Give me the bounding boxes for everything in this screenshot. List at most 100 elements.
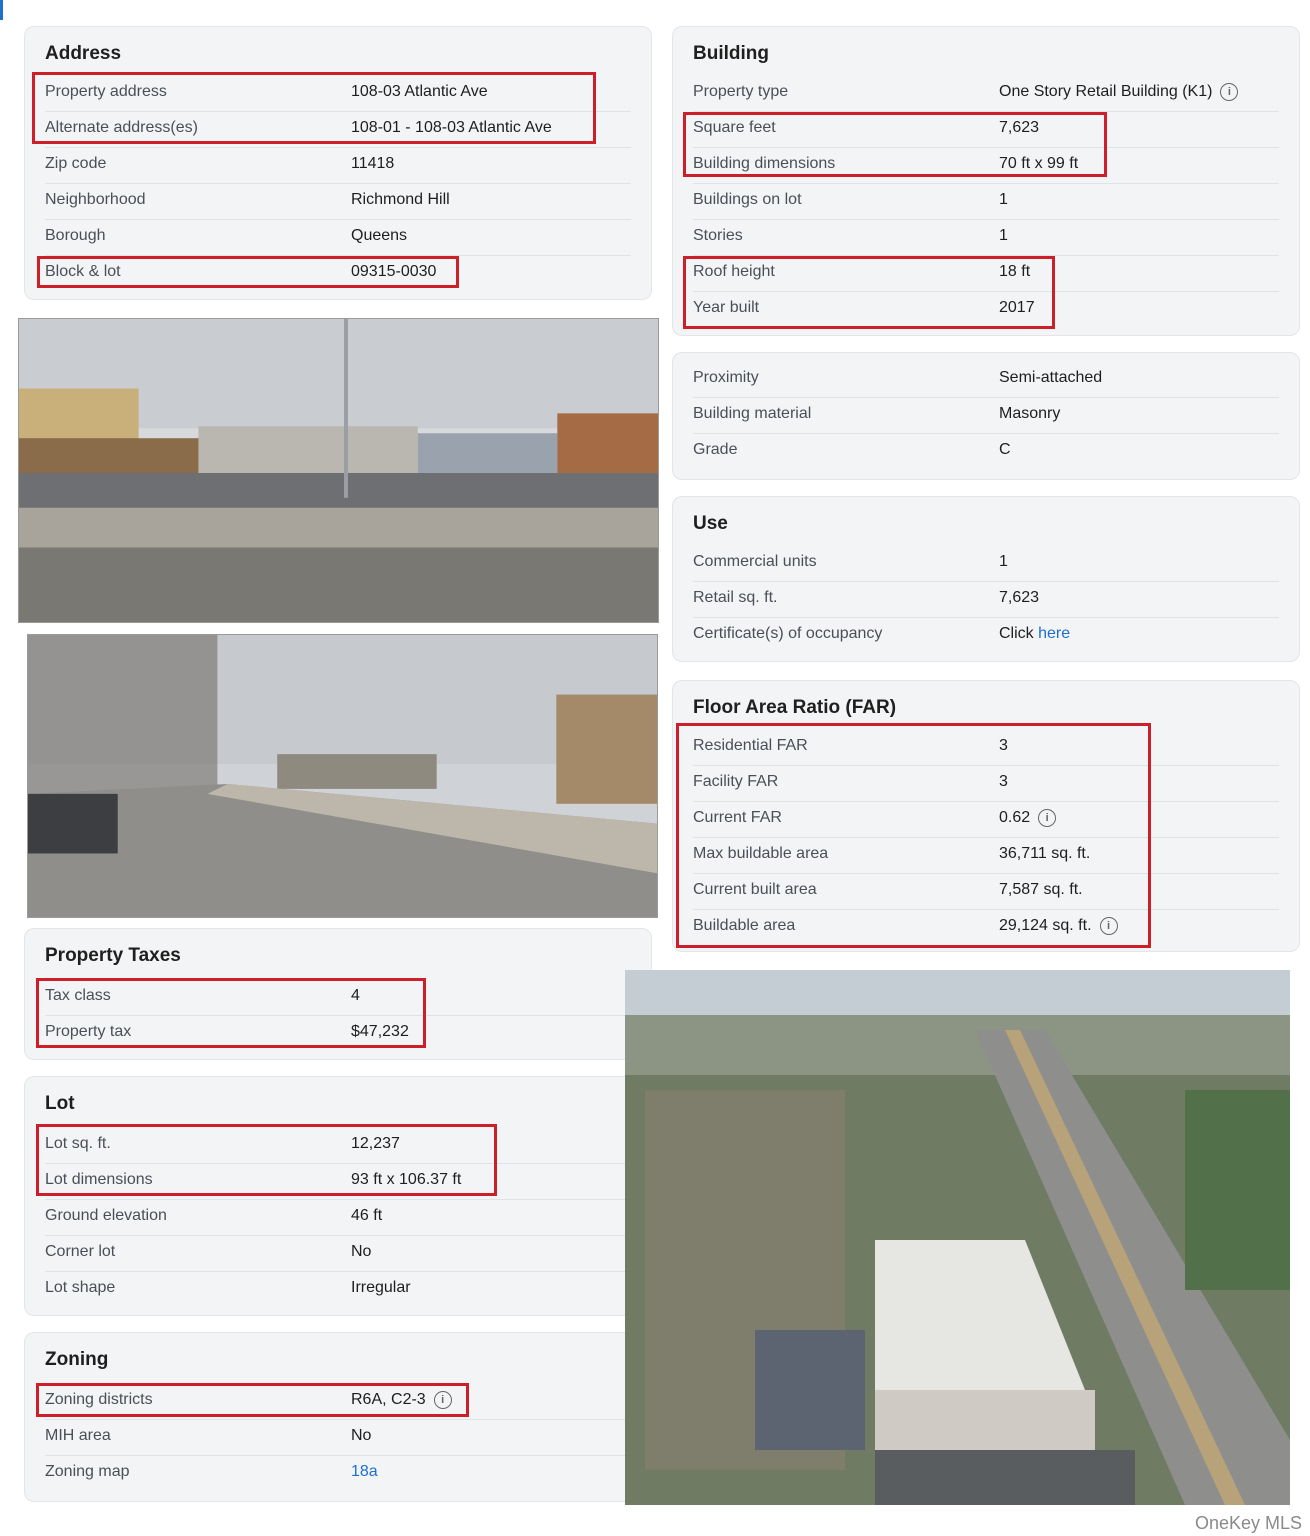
address-row-borough: Borough Queens xyxy=(45,219,631,256)
info-icon[interactable]: i xyxy=(433,1391,452,1409)
row-label: Property address xyxy=(45,83,167,100)
lot-card: Lot Lot sq. ft. 12,237 Lot dimensions 93… xyxy=(24,1076,652,1316)
zoning-map-link[interactable]: 18a xyxy=(351,1463,378,1481)
building-row-stories: Stories 1 xyxy=(693,219,1279,256)
row-label: Roof height xyxy=(693,263,775,280)
row-label: Buildable area xyxy=(693,917,796,934)
address-row-block-lot: Block & lot 09315-0030 xyxy=(45,255,631,291)
row-value: 12,237 xyxy=(351,1135,400,1152)
row-label: Lot dimensions xyxy=(45,1171,153,1188)
info-icon[interactable]: i xyxy=(1220,83,1239,101)
row-value: 93 ft x 106.37 ft xyxy=(351,1171,462,1188)
lot-row-corner: Corner lot No xyxy=(45,1235,631,1272)
row-value: 1 xyxy=(999,191,1008,208)
address-row-zip: Zip code 11418 xyxy=(45,147,631,184)
row-label: Block & lot xyxy=(45,263,121,280)
address-row-alternate: Alternate address(es) 108-01 - 108-03 At… xyxy=(45,111,631,148)
zoning-row-mih: MIH area No xyxy=(45,1419,631,1456)
row-value-text: One Story Retail Building (K1) xyxy=(999,83,1213,101)
row-label: Current built area xyxy=(693,881,817,898)
row-value: $47,232 xyxy=(351,1023,409,1040)
street-view-image-2 xyxy=(28,635,657,917)
lot-title: Lot xyxy=(45,1093,75,1114)
row-value: Queens xyxy=(351,227,408,244)
row-label: Ground elevation xyxy=(45,1207,167,1224)
lot-row-elevation: Ground elevation 46 ft xyxy=(45,1199,631,1236)
construction-row-material: Building material Masonry xyxy=(693,397,1279,434)
zoning-row-map: Zoning map 18a xyxy=(45,1455,631,1491)
building-title: Building xyxy=(693,43,769,64)
row-label: Commercial units xyxy=(693,553,817,570)
info-icon[interactable]: i xyxy=(1099,917,1118,935)
row-label: Grade xyxy=(693,441,738,458)
building-card: Building Property type One Story Retail … xyxy=(672,26,1300,336)
row-label: Square feet xyxy=(693,119,776,136)
row-label: Max buildable area xyxy=(693,845,829,862)
window-edge-accent xyxy=(0,0,3,20)
lot-row-shape: Lot shape Irregular xyxy=(45,1271,631,1307)
row-value: 46 ft xyxy=(351,1207,383,1224)
row-value: No xyxy=(351,1243,372,1260)
building-row-buildings-on-lot: Buildings on lot 1 xyxy=(693,183,1279,220)
street-view-image-1 xyxy=(19,319,658,622)
building-row-dimensions: Building dimensions 70 ft x 99 ft xyxy=(693,147,1279,184)
row-value: 29,124 sq. ft. i xyxy=(999,917,1118,935)
row-value: 7,623 xyxy=(999,119,1040,136)
row-label: Zoning map xyxy=(45,1463,130,1480)
row-label: Buildings on lot xyxy=(693,191,802,208)
row-value: 4 xyxy=(351,987,360,1004)
lot-row-sqft: Lot sq. ft. 12,237 xyxy=(45,1127,631,1164)
row-value: 18 ft xyxy=(999,263,1031,280)
row-label: Building dimensions xyxy=(693,155,836,172)
zoning-title: Zoning xyxy=(45,1349,109,1370)
row-value: Semi-attached xyxy=(999,369,1103,386)
row-label: Proximity xyxy=(693,369,759,386)
row-label: Certificate(s) of occupancy xyxy=(693,625,883,642)
taxes-title: Property Taxes xyxy=(45,945,181,966)
row-value-text: Click xyxy=(999,625,1034,642)
row-value: No xyxy=(351,1427,372,1444)
row-value: 108-01 - 108-03 Atlantic Ave xyxy=(351,119,552,136)
building-row-type: Property type One Story Retail Building … xyxy=(693,75,1279,112)
row-value-text: 29,124 sq. ft. xyxy=(999,917,1092,935)
row-label: Neighborhood xyxy=(45,191,146,208)
row-label: MIH area xyxy=(45,1427,111,1444)
row-value: 36,711 sq. ft. xyxy=(999,845,1091,862)
address-card: Address Property address 108-03 Atlantic… xyxy=(24,26,652,300)
row-label: Property tax xyxy=(45,1023,132,1040)
taxes-row-class: Tax class 4 xyxy=(45,979,631,1016)
row-label: Lot shape xyxy=(45,1279,116,1296)
row-label: Residential FAR xyxy=(693,737,808,754)
construction-row-grade: Grade C xyxy=(693,433,1279,469)
row-label: Current FAR xyxy=(693,809,782,826)
row-value: Irregular xyxy=(351,1279,411,1296)
far-title: Floor Area Ratio (FAR) xyxy=(693,697,897,718)
building-row-sqft: Square feet 7,623 xyxy=(693,111,1279,148)
far-row-current: Current FAR 0.62 i xyxy=(693,801,1279,838)
construction-row-proximity: Proximity Semi-attached xyxy=(693,361,1279,398)
row-label: Year built xyxy=(693,299,760,316)
row-value: 3 xyxy=(999,773,1008,790)
row-value: 09315-0030 xyxy=(351,263,437,280)
info-icon[interactable]: i xyxy=(1038,809,1057,827)
row-label: Alternate address(es) xyxy=(45,119,198,136)
row-value-text: R6A, C2-3 xyxy=(351,1391,426,1409)
row-value: One Story Retail Building (K1) i xyxy=(999,83,1239,101)
taxes-card: Property Taxes Tax class 4 Property tax … xyxy=(24,928,652,1060)
row-value: C xyxy=(999,441,1011,458)
row-value: 0.62 i xyxy=(999,809,1057,827)
row-value: Click here xyxy=(999,625,1070,643)
building-row-year-built: Year built 2017 xyxy=(693,291,1279,327)
row-label: Zip code xyxy=(45,155,107,172)
street-view-photo-2 xyxy=(27,634,658,918)
row-label: Lot sq. ft. xyxy=(45,1135,111,1152)
certificate-link[interactable]: here xyxy=(1038,625,1070,642)
row-value: 70 ft x 99 ft xyxy=(999,155,1079,172)
far-row-max-buildable: Max buildable area 36,711 sq. ft. xyxy=(693,837,1279,874)
aerial-photo xyxy=(625,970,1290,1505)
far-row-current-built: Current built area 7,587 sq. ft. xyxy=(693,873,1279,910)
lot-row-dimensions: Lot dimensions 93 ft x 106.37 ft xyxy=(45,1163,631,1200)
taxes-row-property-tax: Property tax $47,232 xyxy=(45,1015,631,1051)
address-title: Address xyxy=(45,43,122,64)
zoning-row-districts: Zoning districts R6A, C2-3 i xyxy=(45,1383,631,1420)
